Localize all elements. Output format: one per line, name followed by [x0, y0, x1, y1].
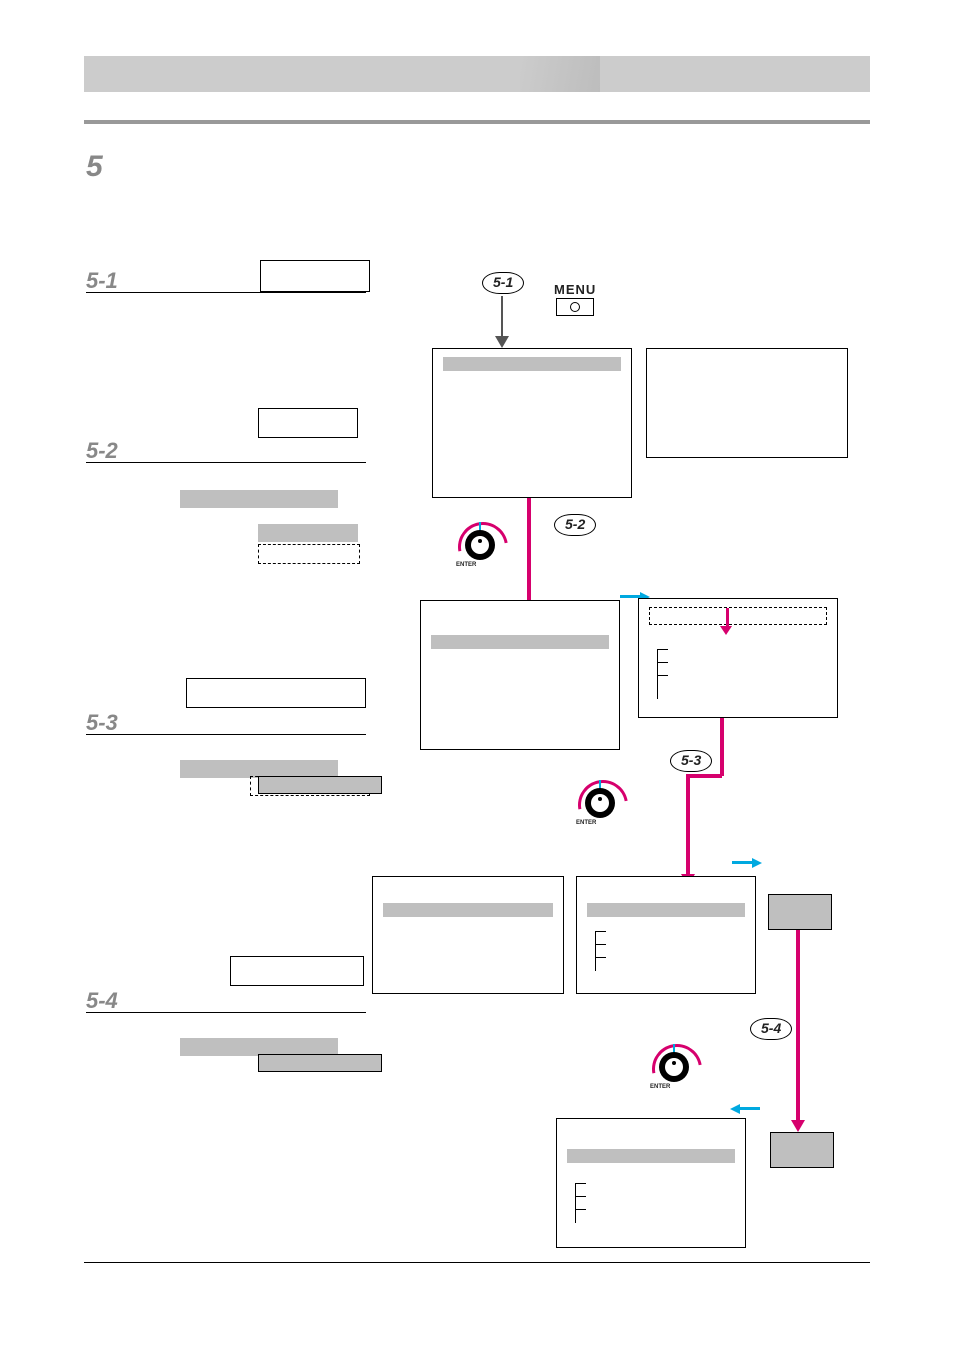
flow-pill-5-1: 5-1: [482, 272, 524, 294]
step-5-1-box: [260, 260, 370, 292]
step-5-2-bar2: [258, 524, 358, 542]
screen-4: [556, 1118, 746, 1248]
step-5-2-underline: [86, 462, 366, 463]
footer-rule: [84, 1262, 870, 1263]
step-5-2-number: 5-2: [86, 438, 118, 464]
step-5-3-number: 5-3: [86, 710, 118, 736]
screen-2: [420, 600, 620, 750]
screen-3b: [576, 876, 756, 994]
step-5-1-underline: [86, 292, 366, 293]
screen-2b: [638, 598, 838, 718]
step-5-1-number: 5-1: [86, 268, 118, 294]
flow-pill-5-3: 5-3: [670, 750, 712, 772]
step-5-3-underline: [86, 734, 366, 735]
step-5-2-bar: [180, 490, 338, 508]
screen-1-side: [646, 348, 848, 458]
header-band-shade: [520, 56, 600, 92]
step-5-3-prebox: [186, 678, 366, 708]
step-5-4-number: 5-4: [86, 988, 118, 1014]
enter-dial-3[interactable]: ENTER: [642, 1042, 700, 1092]
step-5-4-bar2: [258, 1054, 382, 1072]
flow-pill-5-2: 5-2: [554, 514, 596, 536]
step-5-3-bar2: [258, 776, 382, 794]
screen-3c: [768, 894, 832, 930]
step-5-4-underline: [86, 1012, 366, 1013]
menu-button[interactable]: [556, 298, 594, 316]
screen-4c: [770, 1132, 834, 1168]
header-rule: [84, 120, 870, 124]
screen-3: [372, 876, 564, 994]
step-5-2-dashbox: [258, 544, 360, 564]
step-5-4-prebox: [230, 956, 364, 986]
enter-dial-1[interactable]: ENTER: [448, 520, 506, 570]
enter-dial-2[interactable]: ENTER: [568, 778, 626, 828]
step-5-2-prebox: [258, 408, 358, 438]
section-number: 5: [86, 150, 103, 184]
header-band: [84, 56, 870, 92]
menu-label: MENU: [554, 282, 596, 297]
screen-1: [432, 348, 632, 498]
page: 5 5-1 5-2 5-3 5-4 5-1 MENU 5-2: [0, 0, 954, 1350]
flow-pill-5-4: 5-4: [750, 1018, 792, 1040]
